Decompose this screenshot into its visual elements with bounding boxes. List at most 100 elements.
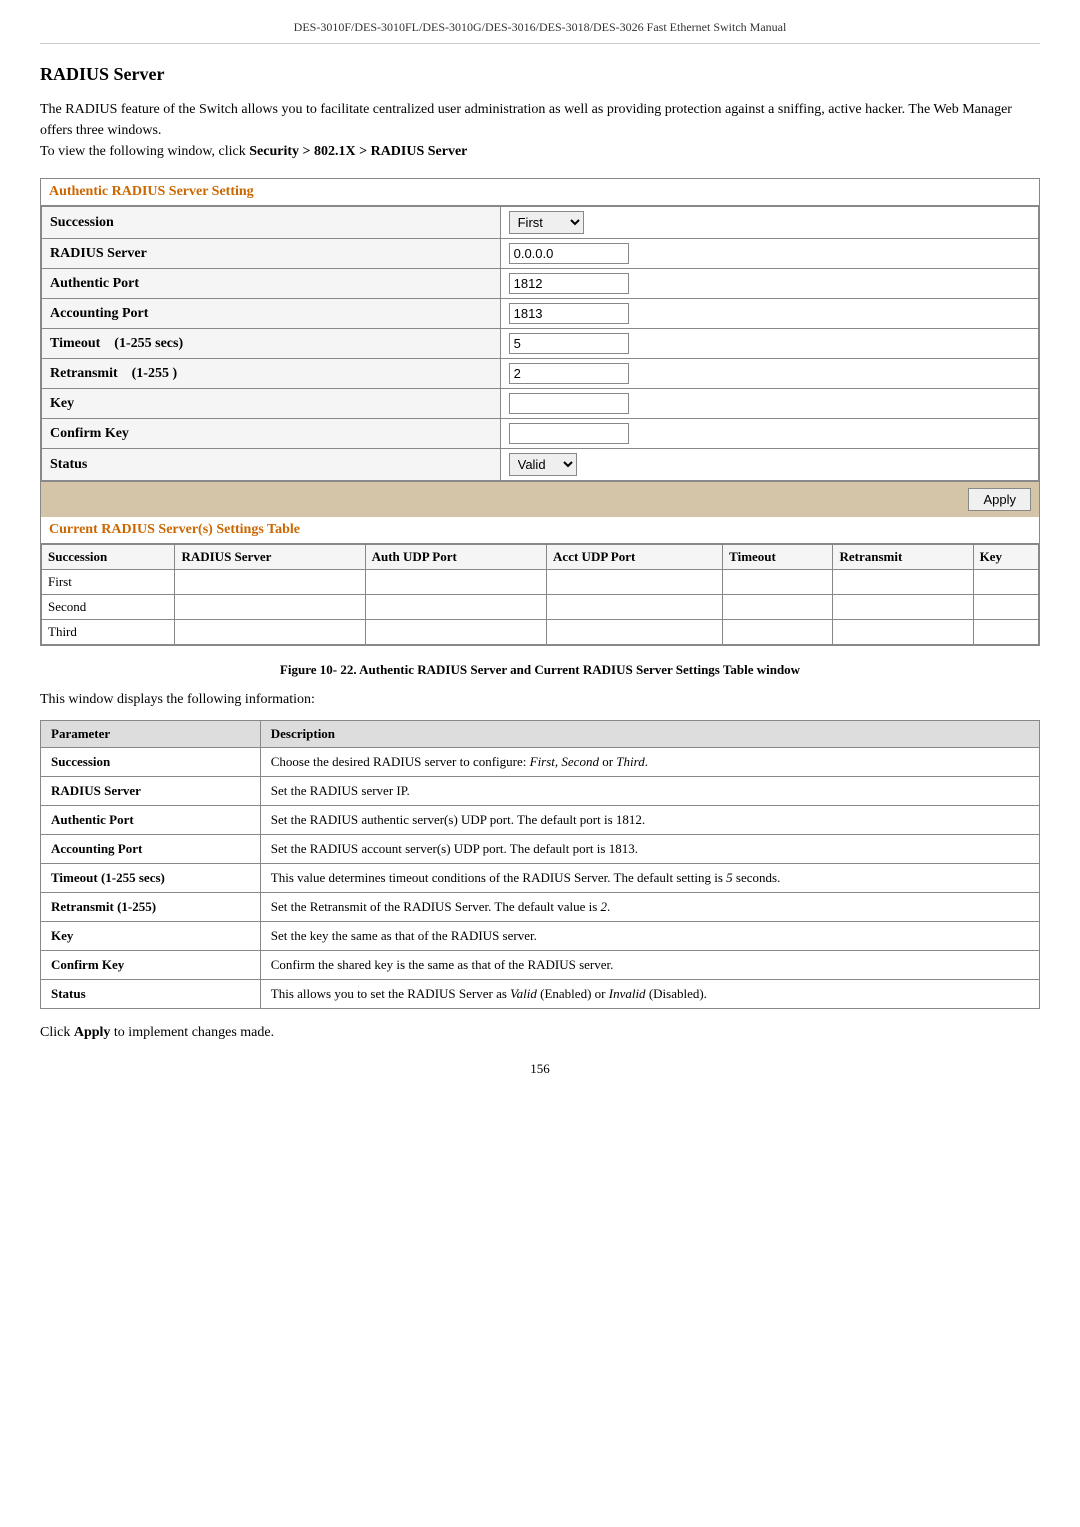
cell-radius-first xyxy=(175,570,365,595)
label-key: Key xyxy=(42,389,501,419)
col-timeout: Timeout xyxy=(723,545,833,570)
form-row-retransmit: Retransmit (1-255 ) xyxy=(42,359,1039,389)
value-authentic-port xyxy=(500,269,1038,299)
cell-key-second xyxy=(973,595,1038,620)
succession-select[interactable]: First Second Third xyxy=(509,211,584,234)
info-desc-succession: Choose the desired RADIUS server to conf… xyxy=(260,748,1039,777)
page-header: DES-3010F/DES-3010FL/DES-3010G/DES-3016/… xyxy=(40,20,1040,44)
label-radius-server: RADIUS Server xyxy=(42,239,501,269)
info-col-description: Description xyxy=(260,721,1039,748)
info-row-timeout: Timeout (1-255 secs) This value determin… xyxy=(41,864,1040,893)
info-param-key: Key xyxy=(41,922,261,951)
cell-timeout-first xyxy=(723,570,833,595)
confirm-key-input[interactable] xyxy=(509,423,629,444)
info-row-retransmit: Retransmit (1-255) Set the Retransmit of… xyxy=(41,893,1040,922)
col-retransmit: Retransmit xyxy=(833,545,973,570)
label-confirm-key: Confirm Key xyxy=(42,419,501,449)
col-auth-udp-port: Auth UDP Port xyxy=(365,545,546,570)
intro-line1: The RADIUS feature of the Switch allows … xyxy=(40,102,1012,138)
info-row-accounting-port: Accounting Port Set the RADIUS account s… xyxy=(41,835,1040,864)
click-apply-bold: Apply xyxy=(74,1025,111,1040)
status-select[interactable]: Valid Invalid xyxy=(509,453,577,476)
info-row-radius-server: RADIUS Server Set the RADIUS server IP. xyxy=(41,777,1040,806)
info-row-succession: Succession Choose the desired RADIUS ser… xyxy=(41,748,1040,777)
radius-server-input[interactable] xyxy=(509,243,629,264)
form-row-authentic-port: Authentic Port xyxy=(42,269,1039,299)
cell-auth-second xyxy=(365,595,546,620)
form-row-succession: Succession First Second Third xyxy=(42,207,1039,239)
cell-key-third xyxy=(973,620,1038,645)
table-row: Second xyxy=(42,595,1039,620)
info-header-row: Parameter Description xyxy=(41,721,1040,748)
cell-acct-second xyxy=(547,595,723,620)
value-status: Valid Invalid xyxy=(500,449,1038,481)
authentic-radius-panel: Authentic RADIUS Server Setting Successi… xyxy=(40,178,1040,646)
current-radius-table: Succession RADIUS Server Auth UDP Port A… xyxy=(41,544,1039,645)
info-desc-retransmit: Set the Retransmit of the RADIUS Server.… xyxy=(260,893,1039,922)
accounting-port-input[interactable] xyxy=(509,303,629,324)
authentic-form-table: Succession First Second Third RADIUS Ser… xyxy=(41,206,1039,481)
info-desc-status: This allows you to set the RADIUS Server… xyxy=(260,980,1039,1009)
info-param-retransmit: Retransmit (1-255) xyxy=(41,893,261,922)
figure-caption: Figure 10- 22. Authentic RADIUS Server a… xyxy=(40,662,1040,678)
form-row-key: Key xyxy=(42,389,1039,419)
info-desc-accounting-port: Set the RADIUS account server(s) UDP por… xyxy=(260,835,1039,864)
info-param-accounting-port: Accounting Port xyxy=(41,835,261,864)
header-title: DES-3010F/DES-3010FL/DES-3010G/DES-3016/… xyxy=(294,20,787,34)
cell-radius-third xyxy=(175,620,365,645)
cell-succession-third: Third xyxy=(42,620,175,645)
cell-succession-second: Second xyxy=(42,595,175,620)
cell-acct-first xyxy=(547,570,723,595)
info-row-key: Key Set the key the same as that of the … xyxy=(41,922,1040,951)
value-accounting-port xyxy=(500,299,1038,329)
cell-retransmit-third xyxy=(833,620,973,645)
form-row-timeout: Timeout (1-255 secs) xyxy=(42,329,1039,359)
timeout-input[interactable] xyxy=(509,333,629,354)
table-row: Third xyxy=(42,620,1039,645)
label-authentic-port: Authentic Port xyxy=(42,269,501,299)
table-row: First xyxy=(42,570,1039,595)
cell-succession-first: First xyxy=(42,570,175,595)
cell-retransmit-first xyxy=(833,570,973,595)
info-param-radius-server: RADIUS Server xyxy=(41,777,261,806)
form-row-radius-server: RADIUS Server xyxy=(42,239,1039,269)
value-succession: First Second Third xyxy=(500,207,1038,239)
info-desc-authentic-port: Set the RADIUS authentic server(s) UDP p… xyxy=(260,806,1039,835)
info-param-status: Status xyxy=(41,980,261,1009)
cell-auth-first xyxy=(365,570,546,595)
page-number: 156 xyxy=(40,1061,1040,1077)
cell-retransmit-second xyxy=(833,595,973,620)
retransmit-input[interactable] xyxy=(509,363,629,384)
form-row-confirm-key: Confirm Key xyxy=(42,419,1039,449)
authentic-port-input[interactable] xyxy=(509,273,629,294)
info-param-authentic-port: Authentic Port xyxy=(41,806,261,835)
col-key: Key xyxy=(973,545,1038,570)
page-title: RADIUS Server xyxy=(40,64,1040,85)
info-param-confirm-key: Confirm Key xyxy=(41,951,261,980)
cell-radius-second xyxy=(175,595,365,620)
apply-button[interactable]: Apply xyxy=(968,488,1031,511)
info-param-timeout: Timeout (1-255 secs) xyxy=(41,864,261,893)
authentic-panel-header: Authentic RADIUS Server Setting xyxy=(41,179,1039,206)
info-col-parameter: Parameter xyxy=(41,721,261,748)
info-table: Parameter Description Succession Choose … xyxy=(40,720,1040,1009)
current-panel-header: Current RADIUS Server(s) Settings Table xyxy=(41,517,1039,544)
intro-line2: To view the following window, click xyxy=(40,144,249,159)
value-radius-server xyxy=(500,239,1038,269)
info-param-succession: Succession xyxy=(41,748,261,777)
key-input[interactable] xyxy=(509,393,629,414)
info-desc-key: Set the key the same as that of the RADI… xyxy=(260,922,1039,951)
label-succession: Succession xyxy=(42,207,501,239)
info-row-authentic-port: Authentic Port Set the RADIUS authentic … xyxy=(41,806,1040,835)
click-apply-text: Click Apply to implement changes made. xyxy=(40,1025,1040,1041)
intro-nav: Security > 802.1X > RADIUS Server xyxy=(249,144,467,159)
cell-timeout-third xyxy=(723,620,833,645)
col-radius-server: RADIUS Server xyxy=(175,545,365,570)
table-header-row: Succession RADIUS Server Auth UDP Port A… xyxy=(42,545,1039,570)
info-desc-radius-server: Set the RADIUS server IP. xyxy=(260,777,1039,806)
desc-intro: This window displays the following infor… xyxy=(40,692,1040,708)
intro-text: The RADIUS feature of the Switch allows … xyxy=(40,99,1040,162)
form-row-status: Status Valid Invalid xyxy=(42,449,1039,481)
form-row-accounting-port: Accounting Port xyxy=(42,299,1039,329)
label-timeout: Timeout (1-255 secs) xyxy=(42,329,501,359)
